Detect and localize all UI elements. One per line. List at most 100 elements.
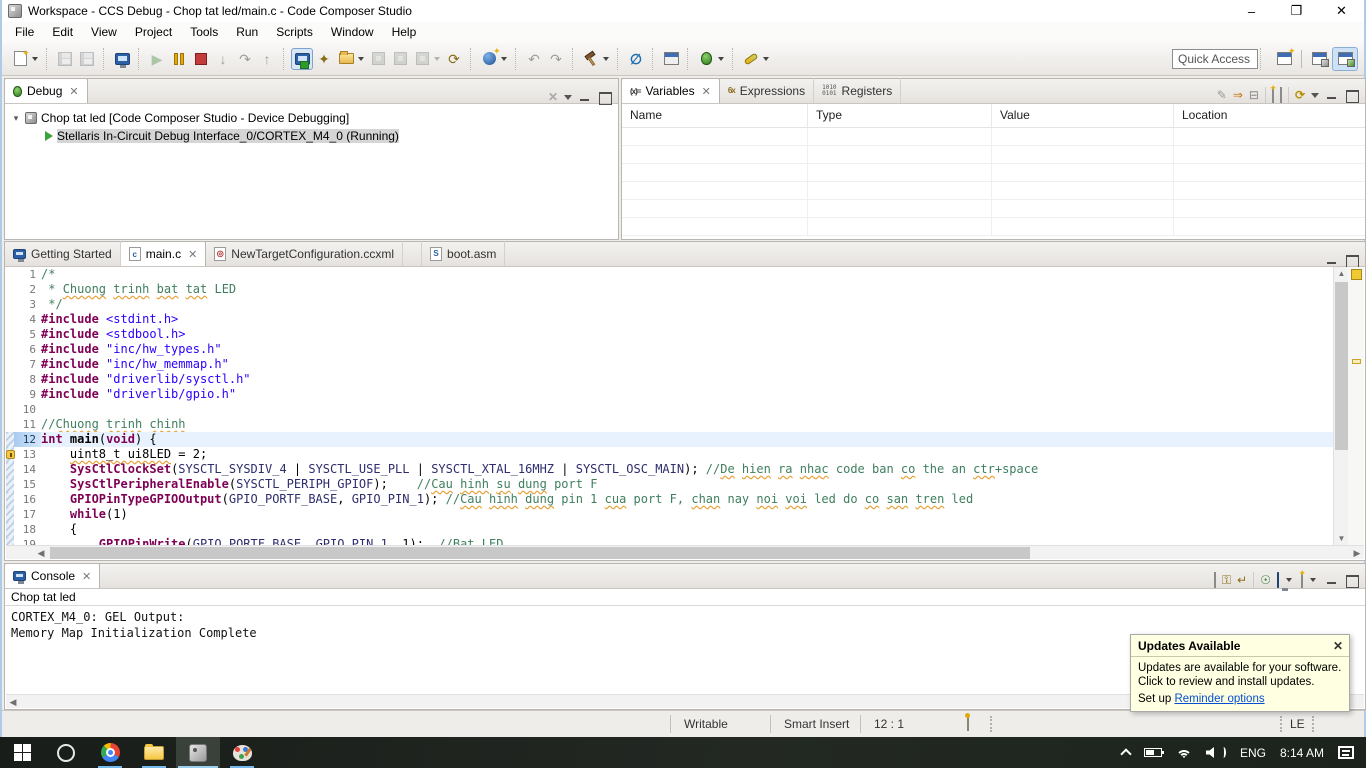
table-row[interactable] [622, 218, 1365, 236]
table-row[interactable] [622, 164, 1365, 182]
minimize-view-icon[interactable] [1325, 89, 1339, 101]
save-all-button[interactable] [76, 48, 98, 70]
open-console-dropdown-icon[interactable] [1310, 578, 1316, 582]
open-console-icon[interactable]: ✦ [1301, 574, 1303, 586]
menu-tools[interactable]: Tools [181, 23, 227, 41]
new-file-button[interactable]: ✦ [9, 48, 31, 70]
table-row[interactable] [622, 128, 1365, 146]
column-header-name[interactable]: Name [622, 104, 808, 127]
save-button[interactable] [54, 48, 76, 70]
scroll-up-icon[interactable]: ▲ [1334, 267, 1349, 280]
scrollbar-thumb[interactable] [50, 547, 1030, 559]
tab-registers[interactable]: 10100101 Registers [814, 78, 901, 103]
menu-run[interactable]: Run [227, 23, 267, 41]
battery-icon[interactable] [1144, 748, 1162, 757]
minimize-window-button[interactable]: – [1229, 0, 1274, 22]
clear-console-icon[interactable] [1214, 574, 1216, 586]
close-window-button[interactable]: ✕ [1319, 0, 1364, 22]
close-icon[interactable]: ✕ [188, 248, 197, 261]
new-target-button[interactable]: ✦ [313, 48, 335, 70]
minimize-view-icon[interactable] [1325, 574, 1339, 586]
terminate-button[interactable] [190, 48, 212, 70]
table-row[interactable] [622, 182, 1365, 200]
menu-help[interactable]: Help [383, 23, 426, 41]
action-center-icon[interactable] [1338, 746, 1354, 759]
taskbar-chrome-button[interactable] [88, 737, 132, 768]
debug-launch-dropdown-icon[interactable] [718, 57, 724, 61]
wifi-icon[interactable] [1176, 747, 1192, 759]
scroll-right-icon[interactable]: ▶ [1350, 546, 1364, 560]
forward-button[interactable]: ↷ [545, 48, 567, 70]
refresh-icon[interactable]: ⟳ [1295, 89, 1305, 101]
expand-arrow-icon[interactable]: ▾ [11, 113, 21, 124]
maximize-view-icon[interactable] [1345, 89, 1359, 101]
back-button[interactable]: ↶ [523, 48, 545, 70]
taskbar-ccs-button[interactable] [176, 737, 220, 768]
clock[interactable]: 8:14 AM [1280, 746, 1324, 760]
taskbar-explorer-button[interactable] [132, 737, 176, 768]
show-hidden-icons-icon[interactable] [1120, 748, 1131, 759]
quick-access-input[interactable]: Quick Access [1172, 49, 1258, 69]
scroll-lock-icon[interactable]: ⚿ [1222, 574, 1231, 586]
table-row[interactable] [622, 200, 1365, 218]
minimize-view-icon[interactable] [578, 91, 592, 103]
tab-variables[interactable]: (x)= Variables ✕ [622, 78, 720, 103]
editor-vertical-scrollbar[interactable]: ▲ ▼ [1333, 267, 1348, 545]
menu-view[interactable]: View [82, 23, 126, 41]
minimize-view-icon[interactable] [1325, 254, 1339, 266]
overview-ruler[interactable] [1348, 267, 1364, 545]
tab-target-configuration[interactable]: ◎ NewTargetConfiguration.ccxml [206, 241, 403, 266]
restart-button[interactable]: ⟳ [443, 48, 465, 70]
debug-launch-button[interactable] [695, 48, 717, 70]
ccs-debug-perspective-button[interactable] [1332, 47, 1358, 71]
language-indicator[interactable]: ENG [1240, 746, 1266, 760]
new-file-dropdown-icon[interactable] [32, 57, 38, 61]
connect-target-button[interactable] [291, 48, 313, 70]
display-console-icon[interactable] [1277, 574, 1279, 586]
open-element-button[interactable] [660, 48, 682, 70]
scroll-down-icon[interactable]: ▼ [1334, 532, 1349, 545]
step-into-button[interactable]: ↓ [212, 48, 234, 70]
tab-expressions[interactable]: 6x Expressions [720, 78, 814, 103]
tab-main-c[interactable]: c main.c ✕ [121, 241, 207, 266]
close-icon[interactable]: ✕ [69, 85, 78, 98]
new-project-dropdown-icon[interactable] [501, 57, 507, 61]
menu-scripts[interactable]: Scripts [267, 23, 322, 41]
close-icon[interactable]: ✕ [702, 85, 711, 98]
start-button[interactable] [0, 737, 44, 768]
tab-getting-started[interactable]: Getting Started [5, 241, 121, 266]
view-menu-icon[interactable] [1311, 93, 1319, 98]
debug-console-button[interactable] [111, 48, 133, 70]
ccs-edit-perspective-button[interactable] [1306, 47, 1332, 71]
restore-window-button[interactable]: ❐ [1274, 0, 1319, 22]
new-project-button[interactable]: ✦ [478, 48, 500, 70]
scroll-left-icon[interactable]: ◀ [6, 695, 20, 709]
reminder-options-link[interactable]: Reminder options [1174, 693, 1264, 705]
maximize-view-icon[interactable] [598, 91, 612, 103]
cortana-button[interactable] [44, 737, 88, 768]
flash-settings-button[interactable] [411, 48, 433, 70]
tab-console[interactable]: Console ✕ [5, 563, 100, 588]
column-header-type[interactable]: Type [808, 104, 992, 127]
flash-dropdown-icon[interactable] [434, 57, 440, 61]
annotation-overview-icon[interactable] [1351, 269, 1362, 280]
volume-icon[interactable] [1206, 747, 1226, 758]
run-flash-button[interactable] [740, 48, 762, 70]
build-button[interactable] [580, 48, 602, 70]
run-flash-dropdown-icon[interactable] [763, 57, 769, 61]
pin-view-icon[interactable] [1280, 89, 1282, 101]
resume-button[interactable]: ▶ [146, 48, 168, 70]
warning-marker-icon[interactable] [1352, 359, 1361, 364]
taskbar-paint-button[interactable] [220, 737, 264, 768]
open-perspective-button[interactable]: ✦ [1271, 47, 1297, 71]
flash-erase-button[interactable] [367, 48, 389, 70]
load-program-dropdown-icon[interactable] [358, 57, 364, 61]
new-view-icon[interactable]: ✦ [1272, 89, 1274, 101]
clean-button[interactable]: ∅ [625, 48, 647, 70]
column-header-location[interactable]: Location [1174, 104, 1365, 127]
step-over-button[interactable]: ↷ [234, 48, 256, 70]
debug-tree-item[interactable]: ▾Chop tat led [Code Composer Studio - De… [5, 109, 618, 127]
column-header-value[interactable]: Value [992, 104, 1174, 127]
view-menu-icon[interactable] [564, 95, 572, 100]
menu-window[interactable]: Window [322, 23, 383, 41]
